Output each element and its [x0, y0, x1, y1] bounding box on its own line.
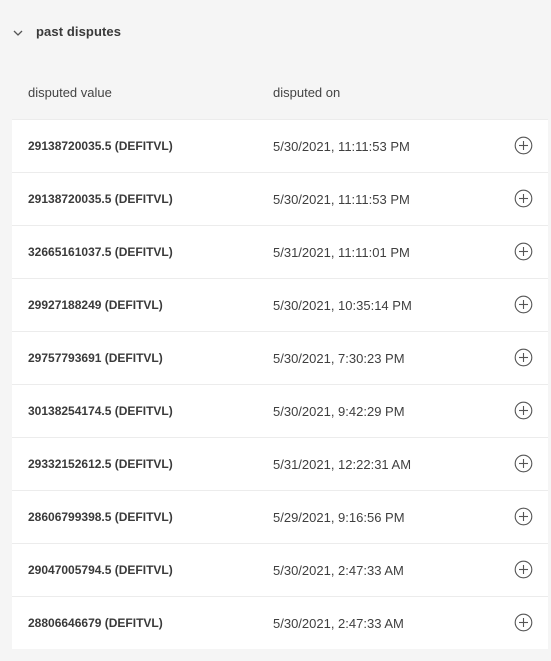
table-row: 30138254174.5 (DEFITVL) 5/30/2021, 9:42:2…: [12, 384, 548, 437]
table-header: disputed value disputed on: [12, 66, 548, 119]
plus-circle-icon[interactable]: [514, 189, 533, 208]
plus-circle-icon[interactable]: [514, 454, 533, 473]
disputed-value-cell: 29138720035.5 (DEFITVL): [28, 139, 173, 153]
plus-circle-icon[interactable]: [514, 242, 533, 261]
plus-circle-icon[interactable]: [514, 295, 533, 314]
past-disputes-toggle[interactable]: past disputes: [0, 0, 551, 66]
section-title: past disputes: [36, 24, 122, 39]
table-row: 29927188249 (DEFITVL) 5/30/2021, 10:35:14…: [12, 278, 548, 331]
disputed-on-cell: 5/30/2021, 9:42:29 PM: [273, 404, 405, 419]
table-body: 29138720035.5 (DEFITVL) 5/30/2021, 11:11:…: [12, 119, 548, 649]
table-row: 29757793691 (DEFITVL) 5/30/2021, 7:30:23 …: [12, 331, 548, 384]
column-header-disputed-on: disputed on: [273, 85, 341, 100]
plus-circle-icon[interactable]: [514, 136, 533, 155]
plus-circle-icon[interactable]: [514, 401, 533, 420]
disputed-value-cell: 32665161037.5 (DEFITVL): [28, 245, 173, 259]
disputed-on-cell: 5/29/2021, 9:16:56 PM: [273, 510, 405, 525]
plus-circle-icon[interactable]: [514, 613, 533, 632]
plus-circle-icon[interactable]: [514, 560, 533, 579]
disputed-value-cell: 29047005794.5 (DEFITVL): [28, 563, 173, 577]
disputes-table: disputed value disputed on 29138720035.5…: [12, 66, 548, 649]
table-row: 28606799398.5 (DEFITVL) 5/29/2021, 9:16:5…: [12, 490, 548, 543]
disputed-value-cell: 29138720035.5 (DEFITVL): [28, 192, 173, 206]
disputed-value-cell: 29332152612.5 (DEFITVL): [28, 457, 173, 471]
disputed-on-cell: 5/30/2021, 2:47:33 AM: [273, 616, 404, 631]
disputed-on-cell: 5/30/2021, 11:11:53 PM: [273, 192, 410, 207]
table-row: 29138720035.5 (DEFITVL) 5/30/2021, 11:11:…: [12, 119, 548, 172]
table-row: 29047005794.5 (DEFITVL) 5/30/2021, 2:47:3…: [12, 543, 548, 596]
disputed-on-cell: 5/30/2021, 7:30:23 PM: [273, 351, 405, 366]
disputed-value-cell: 28806646679 (DEFITVL): [28, 616, 163, 630]
disputed-on-cell: 5/30/2021, 10:35:14 PM: [273, 298, 412, 313]
past-disputes-panel: past disputes disputed value disputed on…: [0, 0, 551, 661]
chevron-down-icon: [11, 26, 25, 40]
plus-circle-icon[interactable]: [514, 348, 533, 367]
disputed-on-cell: 5/30/2021, 2:47:33 AM: [273, 563, 404, 578]
disputed-on-cell: 5/31/2021, 12:22:31 AM: [273, 457, 412, 472]
disputed-value-cell: 29927188249 (DEFITVL): [28, 298, 163, 312]
table-row: 28806646679 (DEFITVL) 5/30/2021, 2:47:33 …: [12, 596, 548, 649]
disputed-value-cell: 30138254174.5 (DEFITVL): [28, 404, 173, 418]
disputed-on-cell: 5/31/2021, 11:11:01 PM: [273, 245, 410, 260]
plus-circle-icon[interactable]: [514, 507, 533, 526]
column-header-disputed-value: disputed value: [28, 85, 112, 100]
table-row: 29138720035.5 (DEFITVL) 5/30/2021, 11:11:…: [12, 172, 548, 225]
disputed-on-cell: 5/30/2021, 11:11:53 PM: [273, 139, 410, 154]
table-row: 32665161037.5 (DEFITVL) 5/31/2021, 11:11:…: [12, 225, 548, 278]
disputed-value-cell: 29757793691 (DEFITVL): [28, 351, 163, 365]
table-row: 29332152612.5 (DEFITVL) 5/31/2021, 12:22:…: [12, 437, 548, 490]
disputed-value-cell: 28606799398.5 (DEFITVL): [28, 510, 173, 524]
